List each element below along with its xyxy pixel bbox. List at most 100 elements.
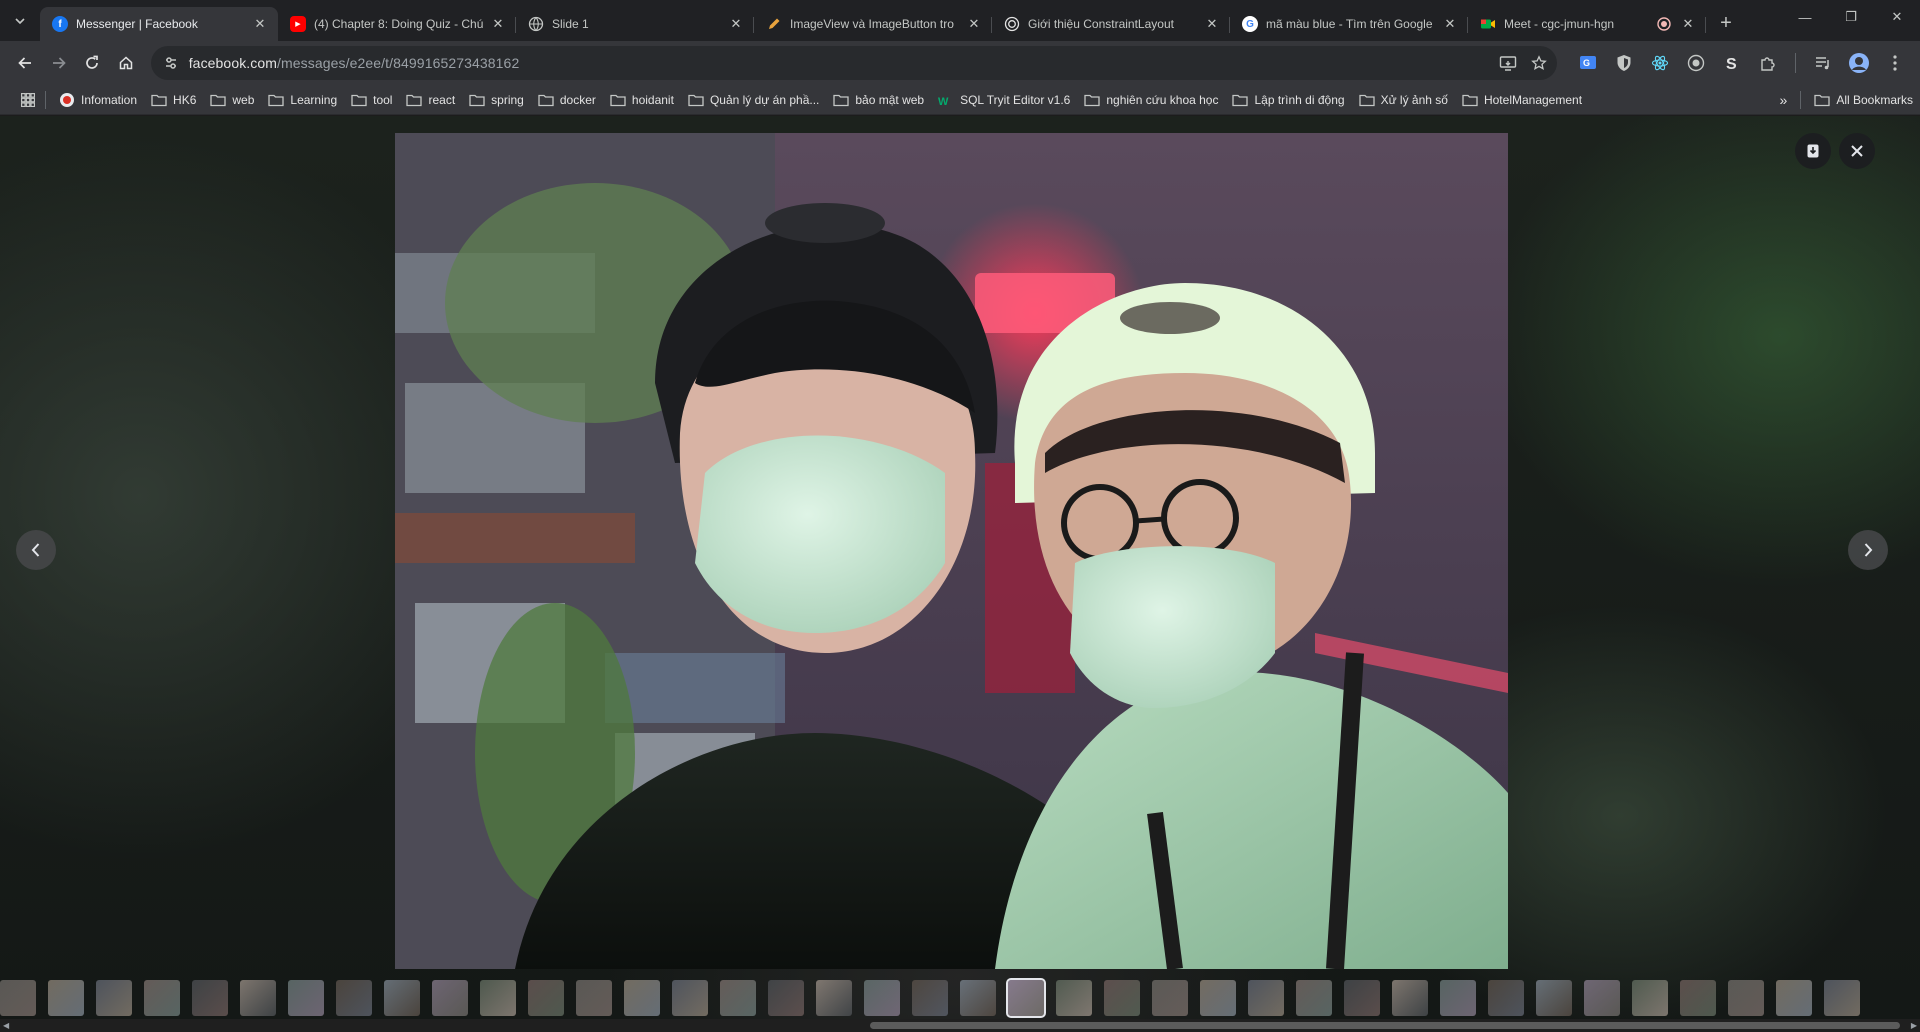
bookmark-item[interactable]: spring <box>462 87 531 113</box>
bookmark-item[interactable]: Learning <box>261 87 344 113</box>
thumbnail-item[interactable] <box>384 980 420 1016</box>
thumbnail-item[interactable] <box>1344 980 1380 1016</box>
thumbnail-item[interactable] <box>1632 980 1668 1016</box>
close-icon[interactable]: ✕ <box>252 16 268 32</box>
thumbnail-item[interactable] <box>1824 980 1860 1016</box>
thumbnail-item[interactable] <box>1200 980 1236 1016</box>
all-bookmarks-button[interactable]: All Bookmarks <box>1807 87 1920 113</box>
thumbnail-item[interactable] <box>1006 978 1046 1018</box>
thumbnail-item[interactable] <box>1440 980 1476 1016</box>
thumbnail-item[interactable] <box>816 980 852 1016</box>
scrollbar-thumb[interactable] <box>870 1022 1900 1029</box>
thumbnail-item[interactable] <box>1248 980 1284 1016</box>
close-viewer-button[interactable] <box>1839 133 1875 169</box>
thumbnail-item[interactable] <box>432 980 468 1016</box>
bookmark-item[interactable]: docker <box>531 87 603 113</box>
thumbnail-item[interactable] <box>768 980 804 1016</box>
puzzle-extensions-icon[interactable] <box>1751 46 1785 80</box>
close-icon[interactable]: ✕ <box>1204 16 1220 32</box>
thumbnail-item[interactable] <box>1728 980 1764 1016</box>
close-icon[interactable]: ✕ <box>728 16 744 32</box>
thumbnail-item[interactable] <box>288 980 324 1016</box>
close-icon[interactable]: ✕ <box>966 16 982 32</box>
thumbnail-item[interactable] <box>1488 980 1524 1016</box>
tab-youtube[interactable]: ▶ (4) Chapter 8: Doing Quiz - Chú ✕ <box>278 7 516 41</box>
bookmark-item[interactable]: nghiên cứu khoa học <box>1077 87 1225 113</box>
close-icon[interactable]: ✕ <box>1680 16 1696 32</box>
shield-extension-icon[interactable] <box>1607 46 1641 80</box>
thumbnail-item[interactable] <box>672 980 708 1016</box>
thumbnail-item[interactable] <box>864 980 900 1016</box>
thumbnail-item[interactable] <box>1056 980 1092 1016</box>
thumbnail-item[interactable] <box>1584 980 1620 1016</box>
bookmark-item[interactable]: Lập trình di động <box>1225 87 1351 113</box>
close-window-button[interactable]: ✕ <box>1874 0 1920 34</box>
tab-meet[interactable]: Meet - cgc-jmun-hgn ✕ <box>1468 7 1706 41</box>
horizontal-scrollbar[interactable]: ◀ ▶ <box>0 1019 1920 1032</box>
download-photo-button[interactable] <box>1795 133 1831 169</box>
bookmark-item[interactable]: bảo mật web <box>826 87 931 113</box>
close-icon[interactable]: ✕ <box>490 16 506 32</box>
bookmark-item[interactable]: Xử lý ảnh số <box>1352 87 1455 113</box>
thumbnail-item[interactable] <box>144 980 180 1016</box>
media-controls-icon[interactable] <box>1806 46 1840 80</box>
apps-button[interactable] <box>14 87 39 113</box>
next-photo-button[interactable] <box>1848 530 1888 570</box>
thumbnail-item[interactable] <box>1776 980 1812 1016</box>
s-extension-icon[interactable]: S <box>1715 46 1749 80</box>
thumbnail-item[interactable] <box>720 980 756 1016</box>
thumbnail-item[interactable] <box>576 980 612 1016</box>
thumbnail-item[interactable] <box>960 980 996 1016</box>
profile-avatar[interactable] <box>1842 46 1876 80</box>
translate-extension-icon[interactable]: G <box>1571 46 1605 80</box>
address-bar[interactable]: facebook.com/messages/e2ee/t/84991652734… <box>150 46 1558 80</box>
url-text[interactable]: facebook.com/messages/e2ee/t/84991652734… <box>189 55 1499 71</box>
thumbnail-item[interactable] <box>1392 980 1428 1016</box>
bookmark-item[interactable]: tool <box>344 87 399 113</box>
more-bookmarks-chevron-icon[interactable]: » <box>1773 87 1795 113</box>
menu-kebab-icon[interactable] <box>1878 46 1912 80</box>
tab-google[interactable]: G mã màu blue - Tìm trên Google ✕ <box>1230 7 1468 41</box>
react-devtools-icon[interactable] <box>1643 46 1677 80</box>
previous-photo-button[interactable] <box>16 530 56 570</box>
thumbnail-item[interactable] <box>1152 980 1188 1016</box>
restore-button[interactable]: ❐ <box>1828 0 1874 34</box>
tab-messenger[interactable]: f Messenger | Facebook ✕ <box>40 7 278 41</box>
bookmark-star-icon[interactable] <box>1531 55 1547 71</box>
photo-image[interactable] <box>395 133 1508 969</box>
close-icon[interactable]: ✕ <box>1442 16 1458 32</box>
record-extension-icon[interactable] <box>1679 46 1713 80</box>
thumbnail-item[interactable] <box>1104 980 1140 1016</box>
thumbnail-item[interactable] <box>0 980 36 1016</box>
thumbnail-item[interactable] <box>240 980 276 1016</box>
bookmark-item[interactable]: W SQL Tryit Editor v1.6 <box>931 87 1077 113</box>
minimize-button[interactable]: — <box>1782 0 1828 34</box>
new-tab-button[interactable]: + <box>1712 9 1740 37</box>
bookmark-item[interactable]: web <box>203 87 261 113</box>
scroll-left-arrow-icon[interactable]: ◀ <box>3 1021 9 1030</box>
back-button[interactable] <box>8 46 42 80</box>
thumbnail-item[interactable] <box>1296 980 1332 1016</box>
thumbnail-item[interactable] <box>48 980 84 1016</box>
thumbnail-item[interactable] <box>1680 980 1716 1016</box>
site-info-icon[interactable] <box>163 55 179 71</box>
thumbnail-item[interactable] <box>1536 980 1572 1016</box>
bookmark-item[interactable]: Quản lý dự án phầ... <box>681 87 826 113</box>
tab-search-button[interactable] <box>8 9 32 33</box>
tab-slide[interactable]: Slide 1 ✕ <box>516 7 754 41</box>
forward-button[interactable] <box>42 46 76 80</box>
thumbnail-item[interactable] <box>528 980 564 1016</box>
thumbnail-item[interactable] <box>336 980 372 1016</box>
thumbnail-item[interactable] <box>96 980 132 1016</box>
tab-constraintlayout[interactable]: Giới thiệu ConstraintLayout ✕ <box>992 7 1230 41</box>
home-button[interactable] <box>109 46 143 80</box>
tab-imageview[interactable]: ImageView và ImageButton tro ✕ <box>754 7 992 41</box>
reload-button[interactable] <box>75 46 109 80</box>
thumbnail-item[interactable] <box>624 980 660 1016</box>
thumbnail-item[interactable] <box>912 980 948 1016</box>
scroll-right-arrow-icon[interactable]: ▶ <box>1911 1021 1917 1030</box>
cast-icon[interactable] <box>1499 55 1517 71</box>
bookmark-item[interactable]: hoidanit <box>603 87 681 113</box>
thumbnail-item[interactable] <box>192 980 228 1016</box>
bookmark-item[interactable]: Infomation <box>52 87 144 113</box>
